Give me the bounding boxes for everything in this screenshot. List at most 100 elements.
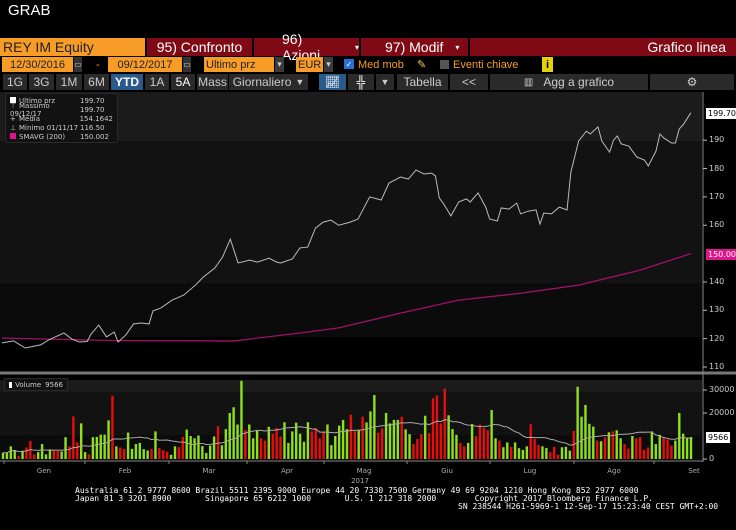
volume-bar: [506, 442, 509, 459]
volume-bar: [357, 430, 360, 459]
volume-bar: [115, 446, 118, 459]
volume-bar: [244, 430, 247, 459]
volume-bar: [169, 454, 173, 459]
volume-bar: [486, 430, 489, 459]
volume-bar: [568, 450, 572, 459]
volume-bar: [670, 445, 673, 459]
volume-bar: [318, 438, 321, 459]
volume-bar: [232, 407, 235, 459]
volume-bar: [294, 422, 298, 459]
volume-bar: [560, 447, 564, 459]
volume-bar: [549, 452, 552, 459]
volume-bar: [298, 433, 302, 459]
volume-bar: [490, 410, 493, 459]
volume-bar: [455, 434, 458, 459]
legend-swatch: [9, 381, 13, 388]
x-month-label: Apr: [280, 467, 294, 475]
volume-bar: [642, 449, 646, 459]
price-axis-tick: 170: [709, 191, 725, 201]
volume-bar: [599, 441, 603, 459]
volume-bar: [158, 447, 161, 459]
volume-bar: [502, 447, 505, 459]
volume-bar: [9, 446, 13, 459]
volume-bar: [212, 436, 216, 459]
volume-bar: [83, 452, 87, 459]
volume-bar: [310, 431, 314, 459]
volume-bar: [76, 442, 79, 459]
volume-bar: [99, 434, 102, 459]
volume-bar: [91, 437, 95, 459]
volume-bar: [197, 435, 200, 459]
volume-bar: [603, 437, 607, 459]
volume-bar: [259, 438, 263, 459]
volume-bar: [302, 441, 306, 459]
volume-bar: [584, 404, 587, 459]
volume-bar: [181, 436, 185, 459]
average-marker-icon: +: [10, 114, 16, 123]
volume-bar: [64, 437, 67, 459]
volume-bar: [134, 444, 138, 459]
volume-bar: [111, 395, 114, 459]
volume-bar: [60, 451, 63, 459]
volume-axis-tick: 30000: [709, 385, 735, 394]
volume-axis-tick: 20000: [709, 408, 735, 417]
volume-bar: [392, 419, 396, 459]
price-axis-tick: 160: [709, 220, 725, 230]
volume-bar: [431, 398, 435, 459]
price-axis-tick: 130: [709, 305, 725, 315]
volume-bar: [142, 449, 145, 459]
volume-bar: [474, 436, 478, 459]
legend-swatch: [10, 132, 16, 139]
volume-bar: [416, 438, 419, 459]
volume-bar: [420, 434, 423, 459]
legend-item: ⊤ Massimo 09/12/17 199.70: [10, 102, 113, 118]
volume-bar: [119, 447, 122, 459]
x-month-label: Mar: [202, 467, 216, 475]
volume-bar: [95, 436, 99, 459]
volume-bar: [564, 446, 568, 459]
volume-bar: [646, 447, 650, 459]
volume-bar: [552, 446, 556, 459]
price-axis-tick: 120: [709, 333, 725, 343]
volume-legend-label: Volume: [15, 380, 42, 389]
volume-bar: [513, 442, 517, 459]
price-axis-tick: 190: [709, 135, 725, 145]
volume-bar: [341, 419, 345, 459]
volume-bar: [314, 427, 317, 459]
volume-bar: [56, 450, 59, 459]
legend-value: 199.70: [80, 105, 105, 114]
volume-bar: [365, 422, 368, 459]
volume-bar: [412, 444, 415, 459]
volume-bar: [107, 420, 110, 459]
volume-bar: [404, 429, 407, 459]
legend-item: ⊥ Minimo 01/11/17 116.50: [10, 123, 113, 132]
volume-bar: [361, 416, 364, 459]
volume-bar: [103, 434, 106, 459]
volume-bar: [52, 450, 56, 459]
legend-value: 150.002: [80, 132, 109, 141]
volume-bar: [322, 431, 325, 459]
volume-bar: [662, 437, 665, 459]
volume-bar: [533, 438, 536, 459]
volume-bar: [208, 445, 212, 459]
volume-bar: [138, 442, 142, 459]
volume-bar: [326, 424, 329, 459]
volume-bar: [122, 448, 126, 459]
volume-bar: [146, 450, 149, 459]
volume-bar: [482, 427, 486, 459]
low-marker-icon: ⊥: [10, 123, 17, 132]
volume-bar: [498, 440, 501, 459]
x-year-label: 2017: [351, 477, 369, 485]
volume-bar: [130, 448, 134, 459]
legend-value: 199.70: [80, 96, 105, 105]
volume-bar: [459, 442, 462, 459]
volume-bar: [377, 432, 380, 459]
volume-bar: [521, 450, 525, 459]
volume-bar: [537, 444, 540, 459]
legend-item: + Media 154.1642: [10, 114, 113, 123]
volume-bar: [275, 427, 278, 459]
chart-band: [0, 141, 702, 283]
price-chart: [0, 92, 736, 464]
volume-bar: [255, 430, 259, 459]
volume-bar: [185, 429, 188, 459]
